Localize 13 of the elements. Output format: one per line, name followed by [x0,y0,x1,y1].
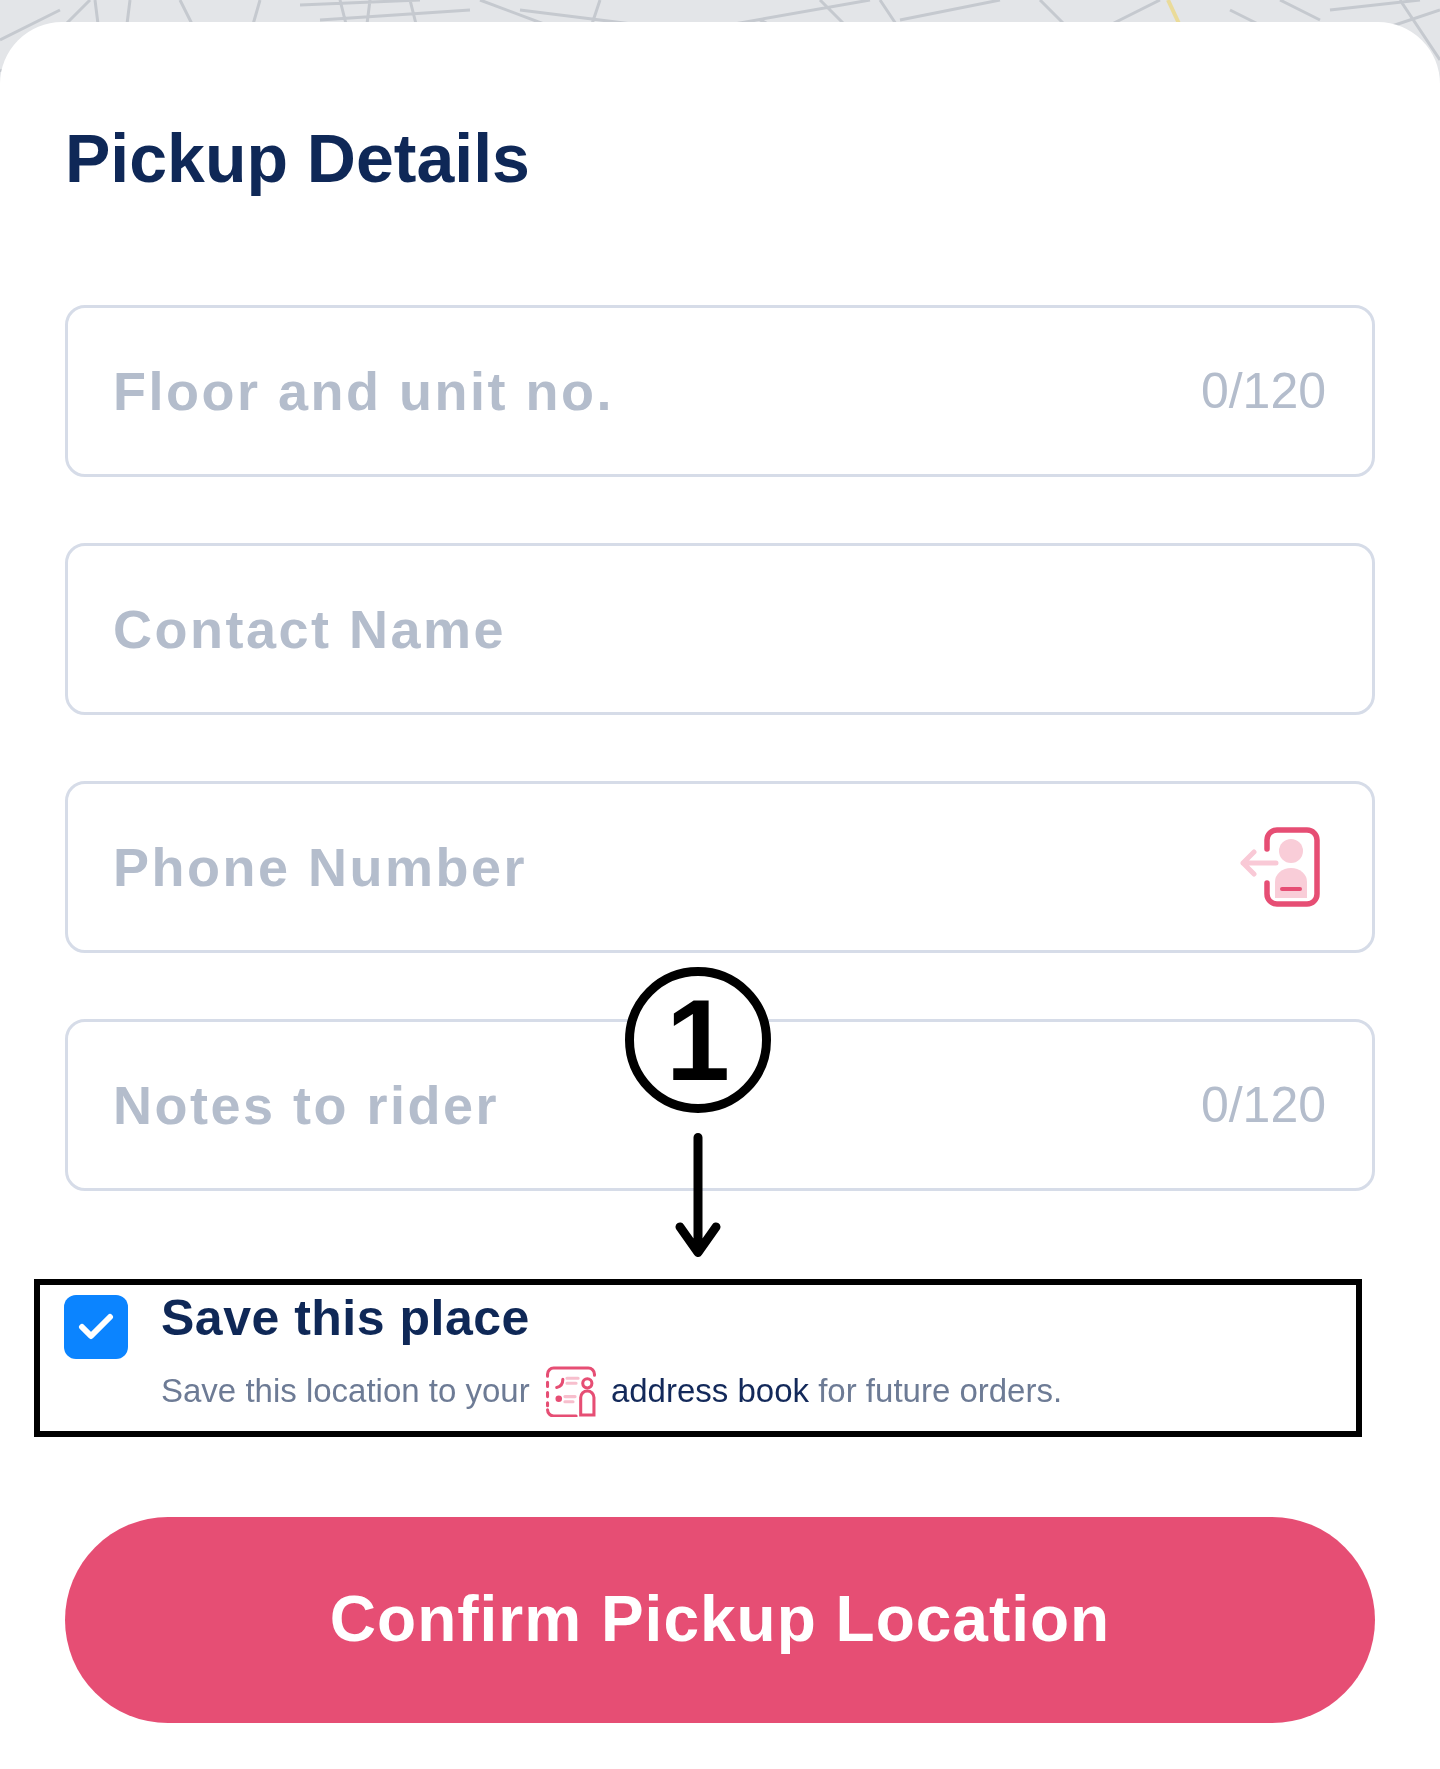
contact-icon[interactable] [1240,826,1320,907]
character-counter: 0/120 [1200,361,1326,421]
save-place-checkbox[interactable] [64,1294,128,1359]
phone-field[interactable]: Phone Number [65,780,1375,953]
input-field[interactable]: Contact Name [65,542,1375,715]
save-place-title: Save this place [161,1288,531,1348]
address-book-icon [544,1365,597,1417]
character-counter: 0/120 [1200,1075,1326,1135]
page-title: Pickup Details [65,119,531,198]
address-book-link[interactable]: address book [538,1365,809,1417]
confirm-button[interactable]: Confirm Pickup Location [65,1516,1375,1723]
checkmark-icon [78,1312,114,1341]
save-place-description: Save this location to your address book for future orders. [161,1365,1063,1417]
